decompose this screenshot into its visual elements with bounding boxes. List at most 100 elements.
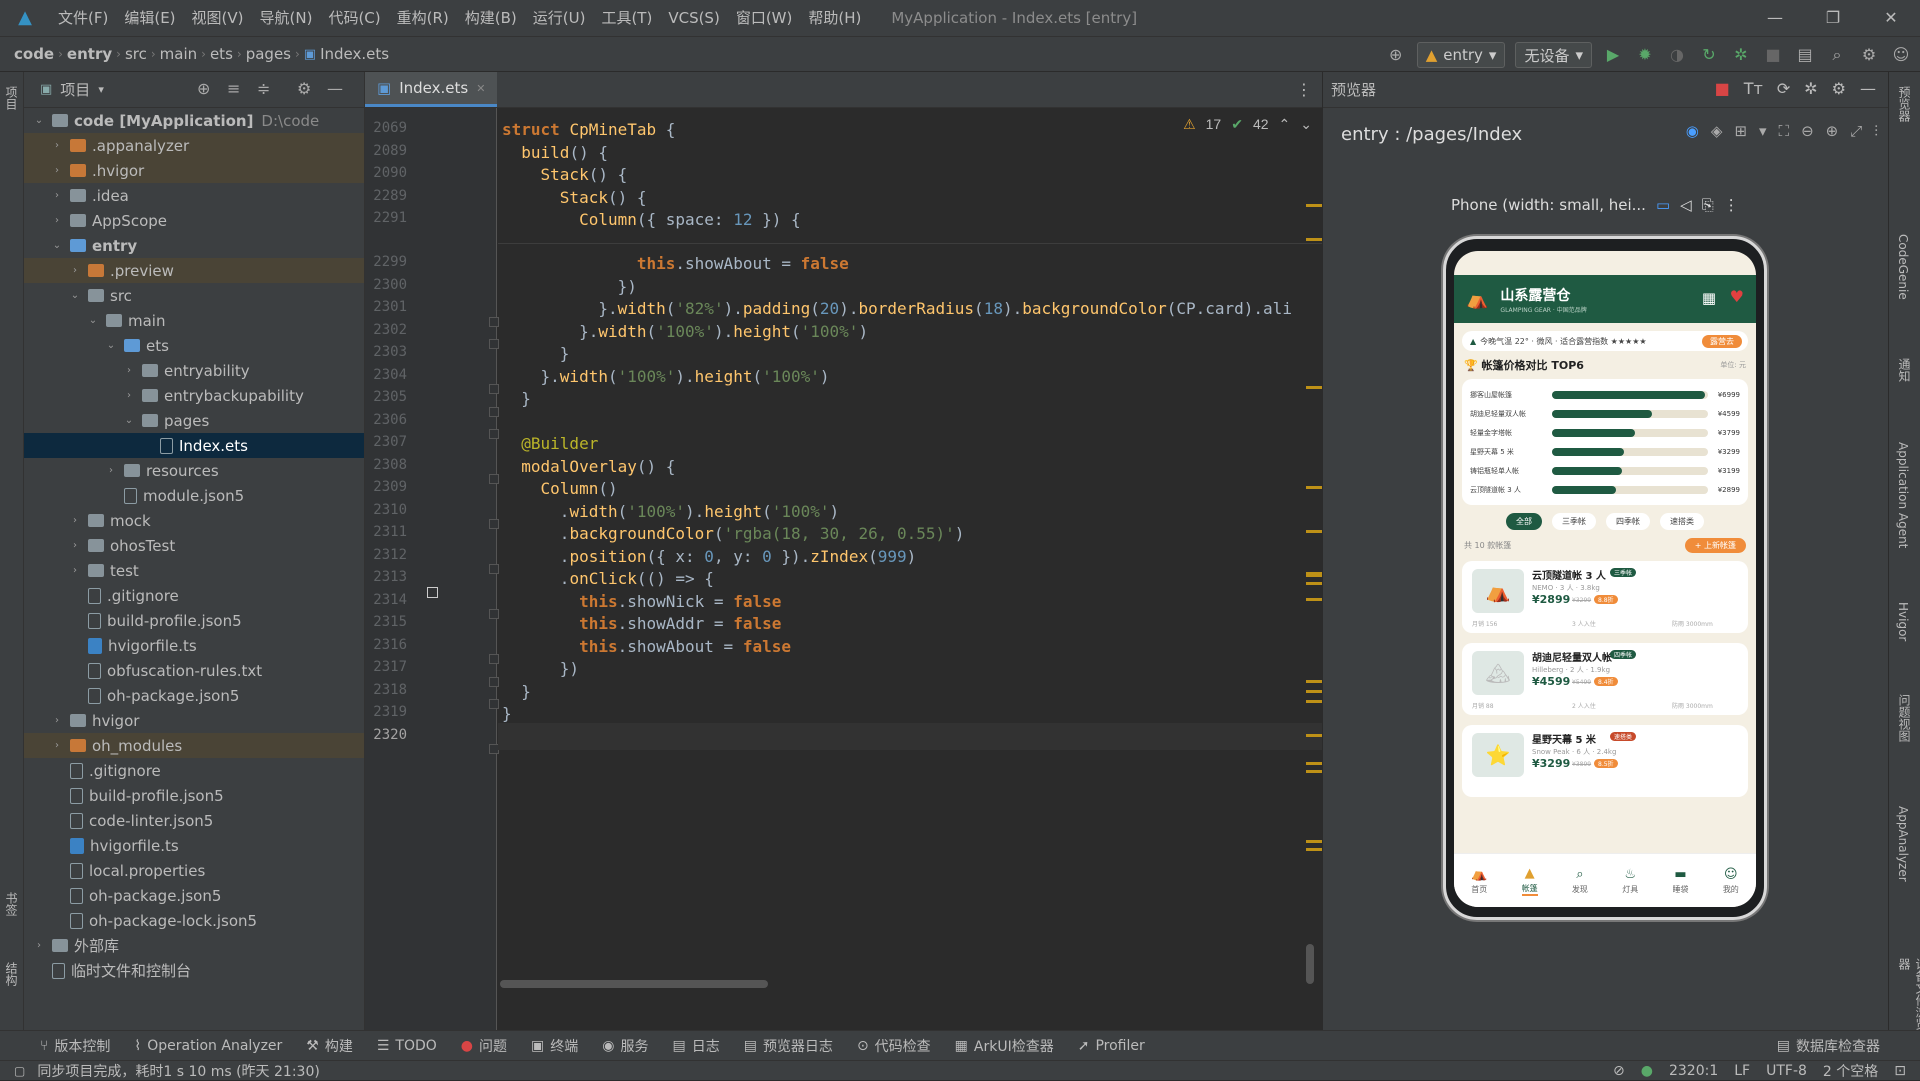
bookmarks-tool-button[interactable]: 书签 xyxy=(3,892,20,916)
chevron-icon[interactable]: › xyxy=(68,515,82,526)
chevron-icon[interactable]: › xyxy=(32,940,46,951)
bottom-tool-button[interactable]: ▤ 预览器日志 xyxy=(744,1036,833,1056)
breakpoint-slot[interactable] xyxy=(427,586,438,598)
chevron-icon[interactable]: › xyxy=(50,165,64,176)
right-tool-button[interactable]: Application Agent xyxy=(1896,442,1910,548)
nav-item[interactable]: ▬ 睡袋 xyxy=(1673,867,1689,895)
right-tool-button[interactable]: CodeGenie xyxy=(1896,234,1910,300)
rotate-icon[interactable]: ⎘ xyxy=(1702,196,1714,214)
chevron-icon[interactable]: › xyxy=(50,740,64,751)
tree-item[interactable]: › resources xyxy=(24,458,364,483)
fit-icon[interactable]: ⤢ xyxy=(1850,122,1862,140)
stop-icon[interactable]: ■ xyxy=(1762,44,1784,66)
inspect-icon[interactable]: ✲ xyxy=(1804,79,1817,98)
bottom-tool-button[interactable]: ● 问题 xyxy=(461,1036,507,1056)
tree-item[interactable]: › .preview xyxy=(24,258,364,283)
menu-item[interactable]: 运行(U) xyxy=(525,0,594,36)
locate-icon[interactable]: ⊕ xyxy=(197,79,210,98)
breadcrumb-item[interactable]: ets xyxy=(210,45,233,63)
bottom-tool-button[interactable]: ⚒ 构建 xyxy=(306,1036,353,1056)
chevron-icon[interactable]: › xyxy=(68,265,82,276)
profile-icon[interactable]: ✲ xyxy=(1730,44,1752,66)
weather-button[interactable]: 露营去 xyxy=(1702,334,1742,348)
chevron-icon[interactable]: › xyxy=(122,390,136,401)
grid-icon[interactable]: ⊞ xyxy=(1734,122,1747,140)
chevron-icon[interactable]: › xyxy=(68,540,82,551)
chevron-down-icon[interactable]: ▾ xyxy=(1759,122,1767,140)
chevron-icon[interactable]: ⌄ xyxy=(122,415,136,426)
tree-item[interactable]: › mock xyxy=(24,508,364,533)
ruler-icon[interactable]: ⫶ xyxy=(1874,122,1878,140)
tree-item[interactable]: › AppScope xyxy=(24,208,364,233)
bottom-tool-button[interactable]: ▣ 终端 xyxy=(531,1036,578,1056)
right-tool-button[interactable]: AppAnalyzer xyxy=(1896,806,1910,882)
menu-item[interactable]: 编辑(E) xyxy=(116,0,183,36)
tree-item[interactable]: › entryability xyxy=(24,358,364,383)
menu-item[interactable]: 代码(C) xyxy=(320,0,388,36)
no-sync-icon[interactable]: ⊘ xyxy=(1613,1063,1625,1079)
tree-item[interactable]: obfuscation-rules.txt xyxy=(24,658,364,683)
bottom-tool-button[interactable]: ▤ 日志 xyxy=(672,1036,719,1056)
filter-chip[interactable]: 三季帐 xyxy=(1552,513,1596,530)
run-icon[interactable]: ▶ xyxy=(1602,44,1624,66)
back-icon[interactable]: ◁ xyxy=(1680,196,1692,214)
debug-icon[interactable]: ✹ xyxy=(1634,44,1656,66)
chevron-down-icon[interactable]: ⌄ xyxy=(1300,116,1312,133)
tree-item[interactable]: Index.ets xyxy=(24,433,364,458)
status-message[interactable]: 同步项目完成，耗时1 s 10 ms (昨天 21:30) xyxy=(37,1061,319,1081)
chevron-icon[interactable]: ⌄ xyxy=(32,115,46,126)
app-screen[interactable]: ⛺ 山系露营仓 GLAMPING GEAR · 中国范品牌 ▦ ♥ ▲ 今晚气温… xyxy=(1454,251,1756,907)
menu-item[interactable]: VCS(S) xyxy=(660,0,727,36)
line-separator[interactable]: LF xyxy=(1734,1063,1750,1079)
attach-icon[interactable]: ◑ xyxy=(1666,44,1688,66)
structure-tool-button[interactable]: 结构 xyxy=(3,962,20,986)
collapse-all-icon[interactable]: ≑ xyxy=(257,79,270,98)
nav-item[interactable]: ☺ 我的 xyxy=(1723,867,1739,895)
more-icon[interactable]: ⋮ xyxy=(1724,196,1739,214)
zoom-in-icon[interactable]: ⊕ xyxy=(1826,122,1839,140)
indent-setting[interactable]: 2 个空格 xyxy=(1823,1061,1878,1081)
breadcrumb-item[interactable]: code xyxy=(14,45,54,63)
nav-item[interactable]: ▲ 帐篷 xyxy=(1521,866,1538,896)
nav-item[interactable]: ⛺ 首页 xyxy=(1471,867,1487,895)
chevron-down-icon[interactable]: ▾ xyxy=(98,83,104,96)
menu-item[interactable]: 工具(T) xyxy=(593,0,660,36)
gear-icon[interactable]: ⚙ xyxy=(297,79,311,98)
product-card[interactable]: 🏔 胡迪尼轻量双人帐 四季帐 Hilleberg · 2 人 · 1.9kg ¥4599… xyxy=(1462,643,1748,715)
minimize-button[interactable]: — xyxy=(1746,0,1804,36)
tree-item[interactable]: › .idea xyxy=(24,183,364,208)
right-tool-button[interactable]: 问题视图 xyxy=(1896,694,1913,742)
breadcrumb-item[interactable]: entry xyxy=(67,45,112,63)
inspection-widget[interactable]: ⚠ 17 ✔ 42 ⌃ ⌄ xyxy=(1183,116,1312,133)
chevron-icon[interactable]: ⌄ xyxy=(104,340,118,351)
stop-icon[interactable]: ■ xyxy=(1715,79,1730,98)
tree-item[interactable]: › .hvigor xyxy=(24,158,364,183)
chevron-icon[interactable]: › xyxy=(50,715,64,726)
right-tool-button[interactable]: 通知 xyxy=(1896,358,1913,382)
hide-icon[interactable]: — xyxy=(327,79,343,98)
bottom-tool-button[interactable]: ▦ ArkUI检查器 xyxy=(955,1036,1054,1056)
breadcrumb-item[interactable]: main xyxy=(160,45,197,63)
tree-item[interactable]: ⌄ main xyxy=(24,308,364,333)
calendar-icon[interactable]: ▦ xyxy=(1702,289,1716,307)
layout-icon[interactable]: ▢ xyxy=(14,1064,25,1078)
zoom-out-icon[interactable]: ⊖ xyxy=(1801,122,1814,140)
breadcrumb-item[interactable]: pages xyxy=(246,45,291,63)
layers-icon[interactable]: ◈ xyxy=(1711,122,1723,140)
horizontal-scrollbar[interactable] xyxy=(500,980,768,988)
menu-item[interactable]: 重构(R) xyxy=(389,0,457,36)
menu-item[interactable]: 视图(V) xyxy=(184,0,252,36)
vertical-scrollbar[interactable] xyxy=(1306,944,1314,984)
tree-item[interactable]: local.properties xyxy=(24,858,364,883)
device-frame-icon[interactable]: ▭ xyxy=(1656,196,1670,214)
file-encoding[interactable]: UTF-8 xyxy=(1766,1063,1807,1079)
right-tool-button[interactable]: 设备文件浏览器 xyxy=(1896,958,1920,1030)
menu-item[interactable]: 窗口(W) xyxy=(728,0,801,36)
more-icon[interactable]: ⋮ xyxy=(1296,80,1312,99)
tree-item[interactable]: ⌄ ets xyxy=(24,333,364,358)
menu-item[interactable]: 帮助(H) xyxy=(800,0,869,36)
tree-item[interactable]: code-linter.json5 xyxy=(24,808,364,833)
account-icon[interactable]: ☺ xyxy=(1890,44,1912,66)
lock-icon[interactable]: ⊡ xyxy=(1894,1063,1906,1079)
tree-item[interactable]: module.json5 xyxy=(24,483,364,508)
